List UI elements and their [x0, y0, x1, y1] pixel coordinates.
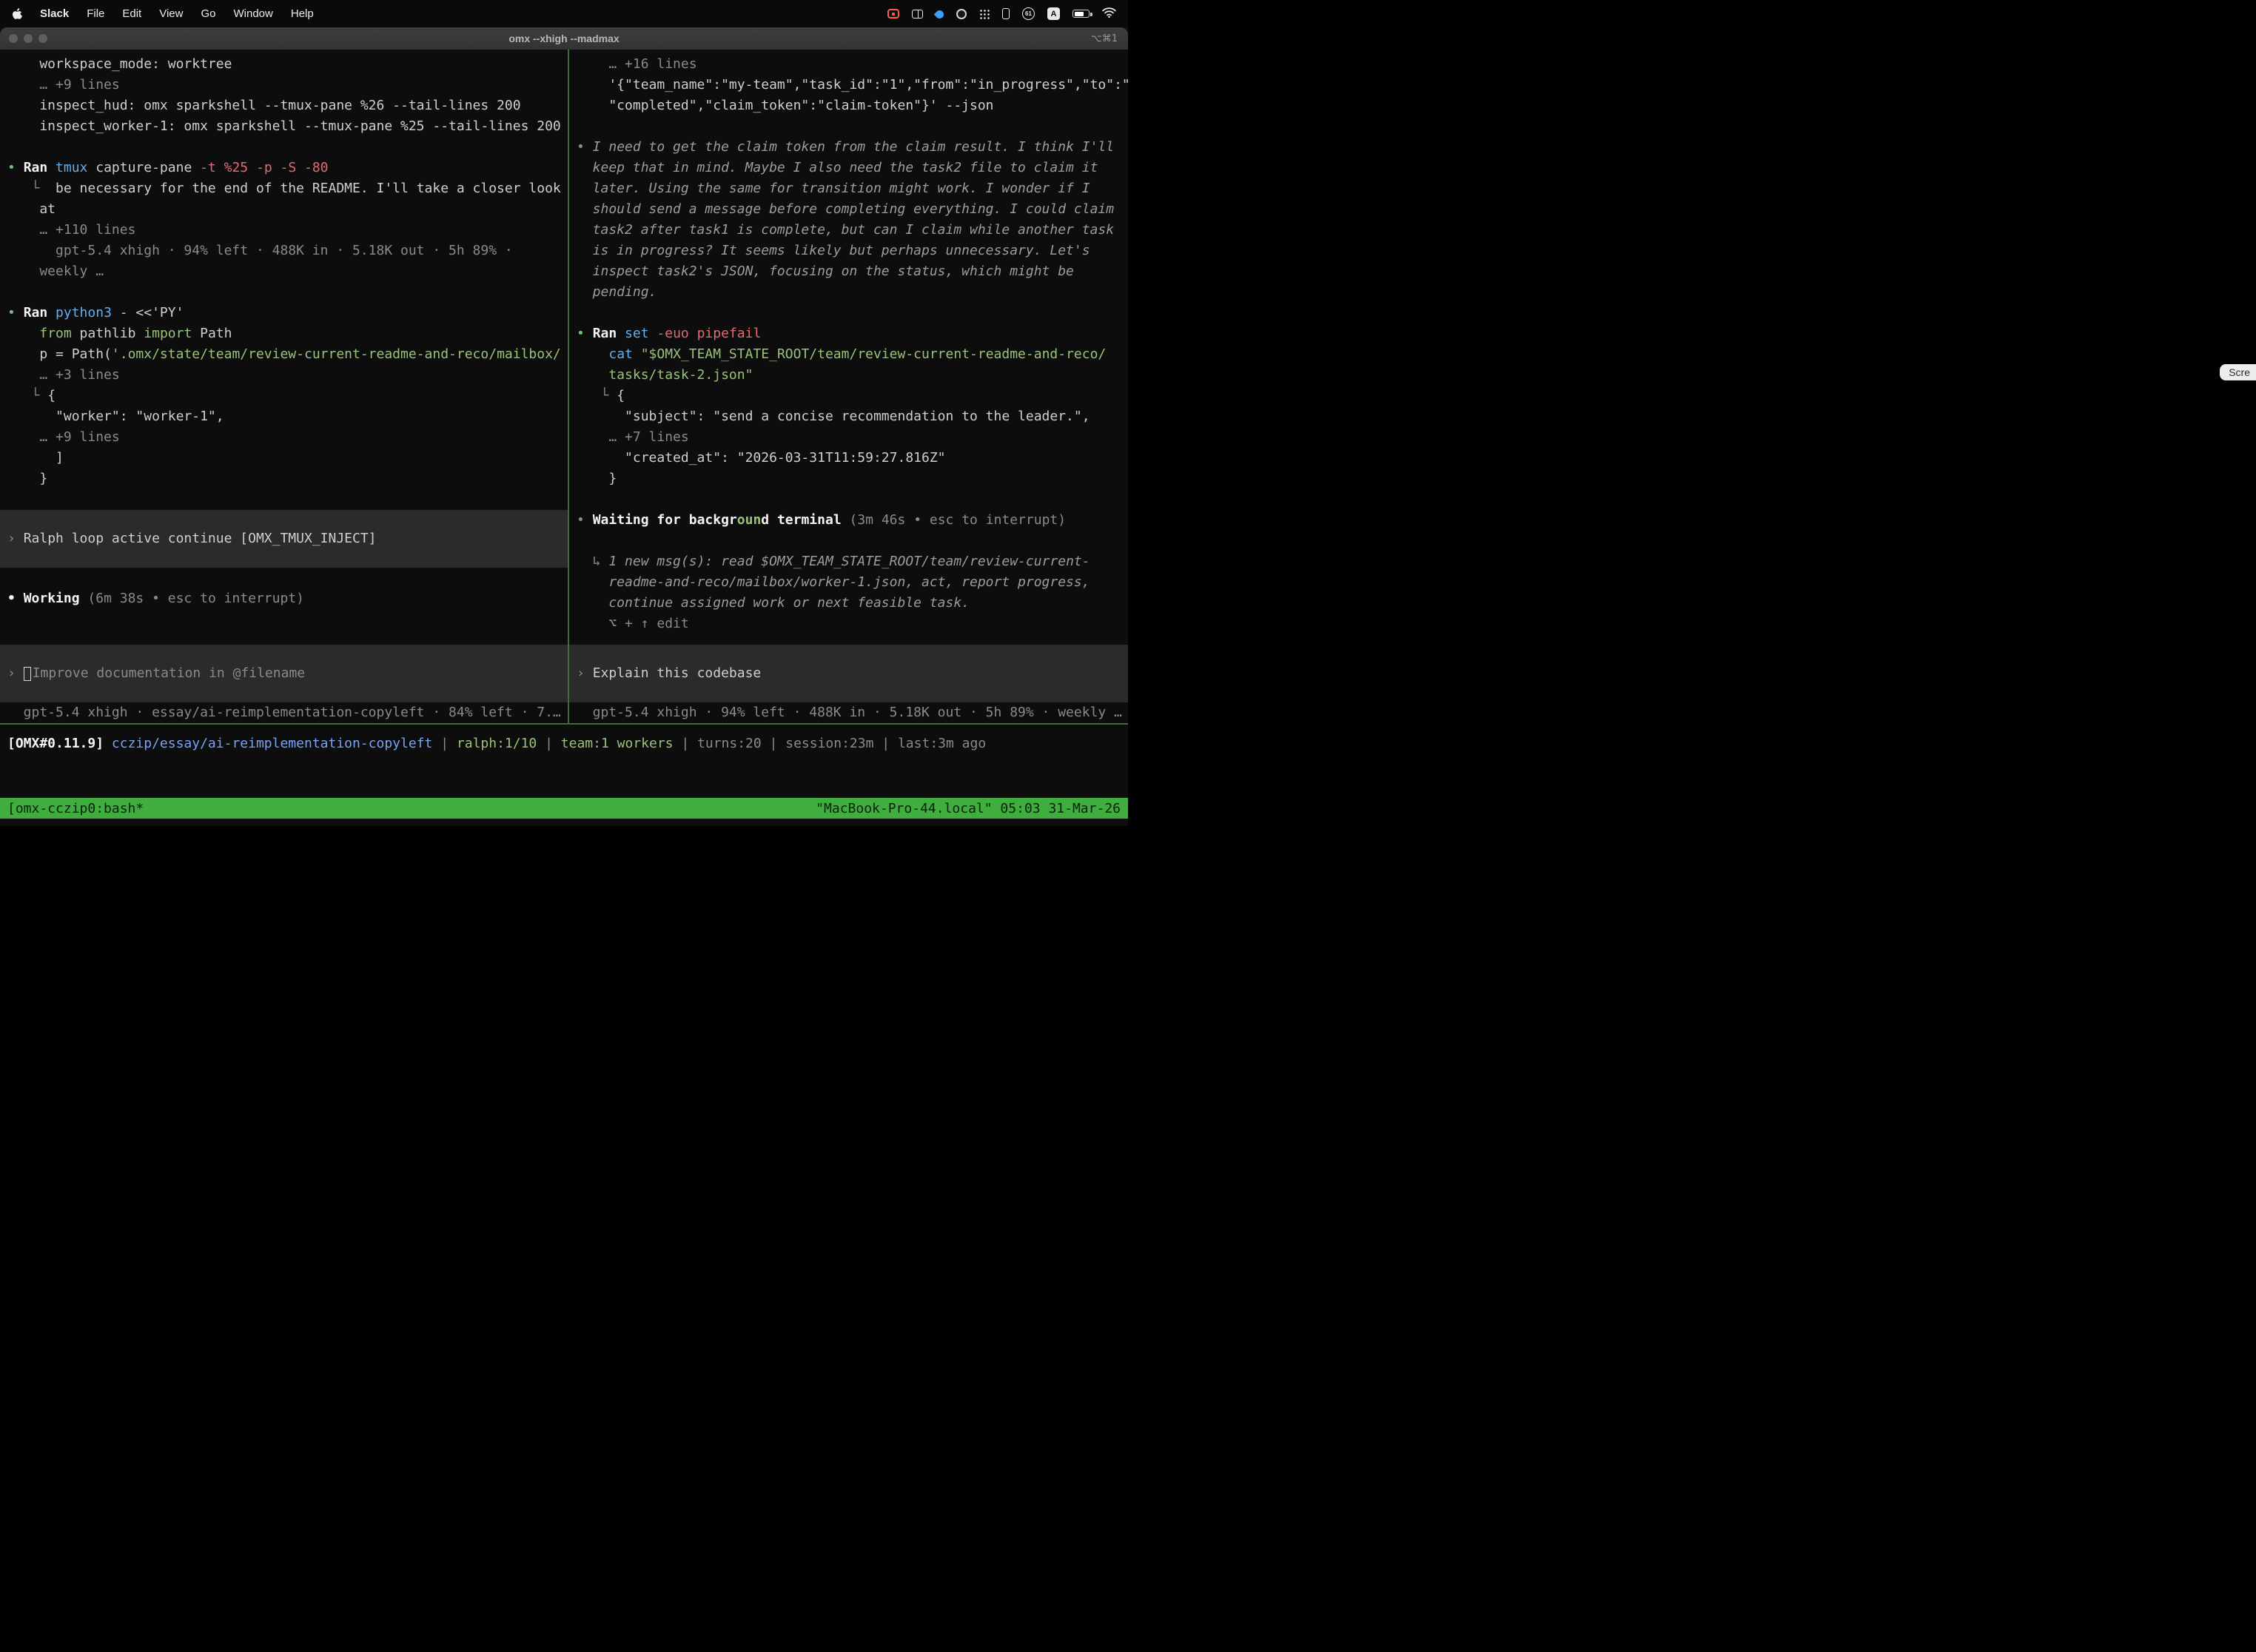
- macos-menubar: Slack File Edit View Go Window Help 61 A: [0, 0, 1128, 27]
- left-pane-content: workspace_mode: worktree … +9 lines insp…: [0, 54, 568, 609]
- horizontal-pane-border: [0, 723, 1128, 725]
- menu-edit[interactable]: Edit: [122, 7, 141, 20]
- apple-menu[interactable]: [12, 8, 22, 20]
- window-shortcut-hint: ⌥⌘1: [1091, 27, 1118, 50]
- percent-ring-icon[interactable]: 61: [1022, 7, 1035, 20]
- left-pane-input-area[interactable]: › Improve documentation in @filename gpt…: [0, 645, 568, 723]
- zoom-button[interactable]: [38, 34, 47, 43]
- tmux-host-and-clock: "MacBook-Pro-44.local" 05:03 31-Mar-26: [816, 801, 1121, 816]
- right-pane-input-area[interactable]: › Explain this codebase gpt-5.4 xhigh · …: [569, 645, 1128, 723]
- menu-view[interactable]: View: [159, 7, 183, 20]
- window-titlebar[interactable]: omx --xhigh --madmax ⌥⌘1: [0, 27, 1128, 50]
- left-terminal-pane[interactable]: workspace_mode: worktree … +9 lines insp…: [0, 50, 568, 723]
- circle-app-icon[interactable]: [956, 9, 967, 19]
- terminal-window: omx --xhigh --madmax ⌥⌘1 workspace_mode:…: [0, 27, 1128, 826]
- window-tiles-icon[interactable]: [912, 10, 923, 19]
- wifi-icon[interactable]: [1102, 7, 1116, 21]
- window-title: omx --xhigh --madmax: [508, 33, 619, 44]
- tmux-panes: workspace_mode: worktree … +9 lines insp…: [0, 50, 1128, 723]
- right-terminal-pane[interactable]: … +16 lines '{"team_name":"my-team","tas…: [569, 50, 1128, 723]
- battery-icon[interactable]: [1072, 10, 1090, 18]
- menubar-app-name[interactable]: Slack: [40, 7, 69, 20]
- menu-go[interactable]: Go: [201, 7, 215, 20]
- menu-file[interactable]: File: [87, 7, 104, 20]
- minimize-button[interactable]: [24, 34, 33, 43]
- menu-window[interactable]: Window: [234, 7, 273, 20]
- dots-grid-icon[interactable]: [979, 9, 990, 19]
- right-pane-content: … +16 lines '{"team_name":"my-team","tas…: [569, 54, 1128, 634]
- menu-help[interactable]: Help: [291, 7, 314, 20]
- tmux-session-label: [omx-cczip0:bash*: [7, 801, 144, 816]
- droplet-icon[interactable]: [934, 9, 946, 21]
- phone-icon[interactable]: [1002, 8, 1010, 19]
- apple-icon: [12, 8, 22, 20]
- tmux-status-bar: [omx-cczip0:bash* "MacBook-Pro-44.local"…: [0, 798, 1128, 819]
- omx-session-statusline: [OMX#0.11.9] cczip/essay/ai-reimplementa…: [0, 733, 1128, 754]
- screen-recording-icon[interactable]: [887, 9, 899, 19]
- close-button[interactable]: [9, 34, 18, 43]
- input-source-icon[interactable]: A: [1047, 7, 1060, 20]
- screen-notification-tooltip[interactable]: Scre: [2220, 364, 2256, 380]
